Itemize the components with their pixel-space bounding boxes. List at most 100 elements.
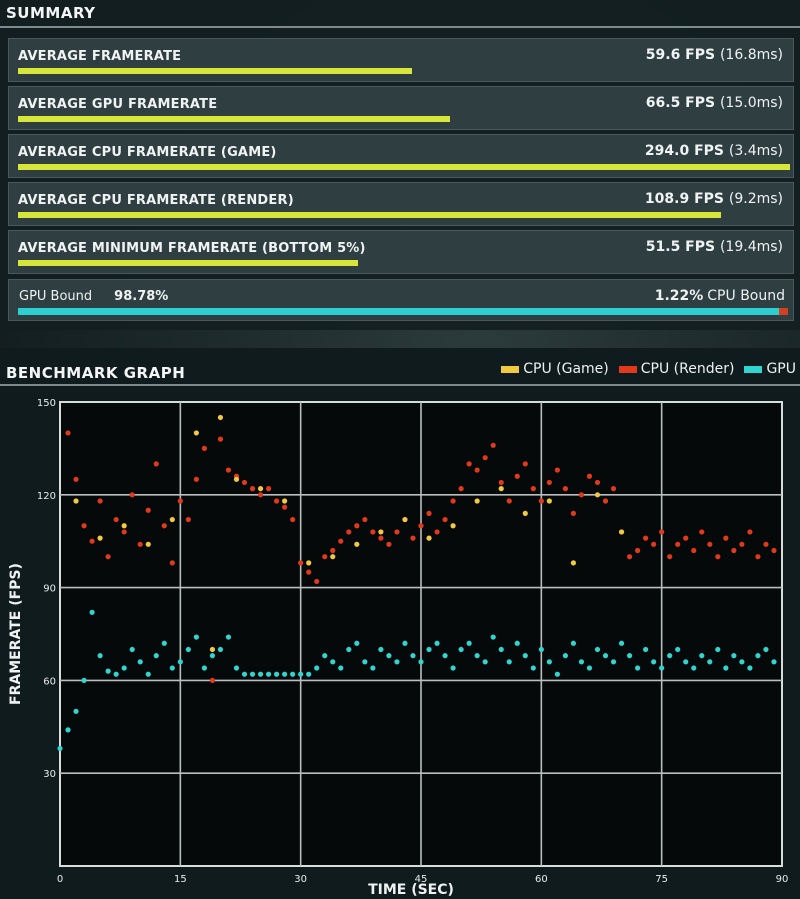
stat-row-average-cpu-framerate-render: AVERAGE CPU FRAMERATE (RENDER) 108.9 FPS… <box>8 182 794 226</box>
stat-ms: (9.2ms) <box>728 191 783 207</box>
data-point-cpu-render <box>466 461 472 467</box>
data-point-cpu-game <box>450 523 456 529</box>
data-point-gpu <box>410 653 416 659</box>
data-point-gpu <box>153 653 159 659</box>
summary-divider <box>0 26 800 28</box>
data-point-gpu <box>594 646 601 653</box>
x-axis-label: TIME (SEC) <box>368 882 454 898</box>
summary-title: SUMMARY <box>6 4 96 22</box>
data-point-gpu <box>554 671 560 677</box>
data-point-cpu-game <box>282 498 288 504</box>
data-point-cpu-render <box>378 535 384 541</box>
data-point-cpu-render <box>249 486 256 492</box>
stat-label: AVERAGE GPU FRAMERATE <box>18 97 218 112</box>
stat-ms: (19.4ms) <box>719 239 783 255</box>
stat-bar-track <box>18 260 790 266</box>
data-point-cpu-render <box>137 541 143 547</box>
y-tick-label: 120 <box>37 491 56 502</box>
data-point-gpu <box>771 659 777 665</box>
data-point-cpu-game <box>169 516 175 523</box>
data-point-gpu <box>314 665 320 671</box>
data-point-gpu <box>506 659 512 665</box>
data-point-gpu <box>121 665 127 671</box>
data-point-cpu-game <box>97 535 103 541</box>
stat-row-average-gpu-framerate: AVERAGE GPU FRAMERATE 66.5 FPS (15.0ms) <box>8 86 794 130</box>
data-point-gpu <box>378 646 384 653</box>
y-axis-label: FRAMERATE (FPS) <box>8 563 24 705</box>
summary-panel: SUMMARY AVERAGE FRAMERATE 59.6 FPS (16.8… <box>0 0 800 330</box>
data-point-cpu-render <box>498 479 504 486</box>
data-point-cpu-render <box>530 486 536 492</box>
data-point-cpu-game <box>498 486 504 492</box>
data-point-cpu-game <box>426 535 432 541</box>
data-point-cpu-game <box>257 486 264 492</box>
stat-value: 294.0 FPS (3.4ms) <box>645 143 783 159</box>
data-point-cpu-render <box>699 529 705 535</box>
data-point-gpu <box>145 671 151 677</box>
data-point-cpu-game <box>570 560 577 566</box>
data-point-gpu <box>602 653 609 659</box>
data-point-gpu <box>562 653 569 659</box>
data-point-cpu-render <box>306 569 312 575</box>
data-point-cpu-render <box>651 541 657 547</box>
data-point-cpu-render <box>298 560 304 566</box>
data-point-gpu <box>105 668 111 674</box>
stat-label: AVERAGE FRAMERATE <box>18 49 182 64</box>
stat-row-average-minimum-framerate: AVERAGE MINIMUM FRAMERATE (BOTTOM 5%) 51… <box>8 230 794 274</box>
data-point-gpu <box>225 634 232 640</box>
data-point-cpu-render <box>691 547 697 554</box>
data-point-gpu <box>747 665 753 671</box>
data-point-cpu-game <box>618 529 625 535</box>
data-point-cpu-render <box>763 541 769 547</box>
data-point-gpu <box>498 646 504 653</box>
data-point-gpu <box>715 646 721 653</box>
stat-fps: 66.5 FPS <box>645 95 716 111</box>
data-point-cpu-render <box>161 523 167 529</box>
data-point-cpu-game <box>121 523 127 529</box>
data-point-cpu-render <box>474 467 480 473</box>
data-point-cpu-render <box>442 516 448 523</box>
stat-label: AVERAGE CPU FRAMERATE (GAME) <box>18 145 277 160</box>
data-point-cpu-game <box>354 541 360 547</box>
benchmark-chart: 0 15 30 45 60 75 90306090120150TIME (SEC)FRAME… <box>8 398 789 898</box>
data-point-gpu <box>402 640 408 646</box>
data-point-gpu <box>466 640 472 646</box>
stat-value: 51.5 FPS (19.4ms) <box>646 239 783 255</box>
data-point-gpu <box>482 659 488 665</box>
data-point-cpu-render <box>89 538 95 544</box>
data-point-cpu-render <box>177 498 183 504</box>
data-point-cpu-game <box>306 560 312 566</box>
data-point-gpu <box>618 640 625 646</box>
data-point-gpu <box>185 646 191 653</box>
data-point-gpu <box>538 646 544 653</box>
stat-value: 66.5 FPS (15.0ms) <box>646 95 783 111</box>
data-point-gpu <box>89 609 95 615</box>
data-point-cpu-game <box>402 516 408 523</box>
stat-ms: (3.4ms) <box>728 143 783 159</box>
data-point-cpu-game <box>209 646 216 653</box>
data-point-gpu <box>731 653 737 659</box>
data-point-gpu <box>338 665 344 671</box>
data-point-gpu <box>274 671 280 677</box>
stat-fps: 59.6 FPS <box>645 47 716 63</box>
stat-bar-fill <box>18 68 412 74</box>
data-point-gpu <box>763 646 769 653</box>
data-point-cpu-game <box>522 510 528 516</box>
data-point-gpu <box>97 653 103 659</box>
data-point-cpu-render <box>153 461 159 467</box>
data-point-gpu <box>450 665 456 671</box>
data-point-cpu-render <box>707 541 713 547</box>
data-point-gpu <box>282 671 288 677</box>
data-point-cpu-render <box>731 547 737 554</box>
x-tick-label: 90 <box>776 874 789 885</box>
data-point-cpu-render <box>257 492 264 498</box>
data-point-gpu <box>458 646 464 653</box>
data-point-gpu <box>490 634 496 640</box>
data-point-gpu <box>610 659 617 665</box>
data-point-gpu <box>241 671 248 677</box>
data-point-cpu-render <box>426 510 432 516</box>
data-point-cpu-render <box>450 498 456 504</box>
gpu-bound: GPU Bound 98.78% <box>19 289 168 304</box>
data-point-gpu <box>346 646 352 653</box>
data-point-cpu-render <box>97 498 103 504</box>
